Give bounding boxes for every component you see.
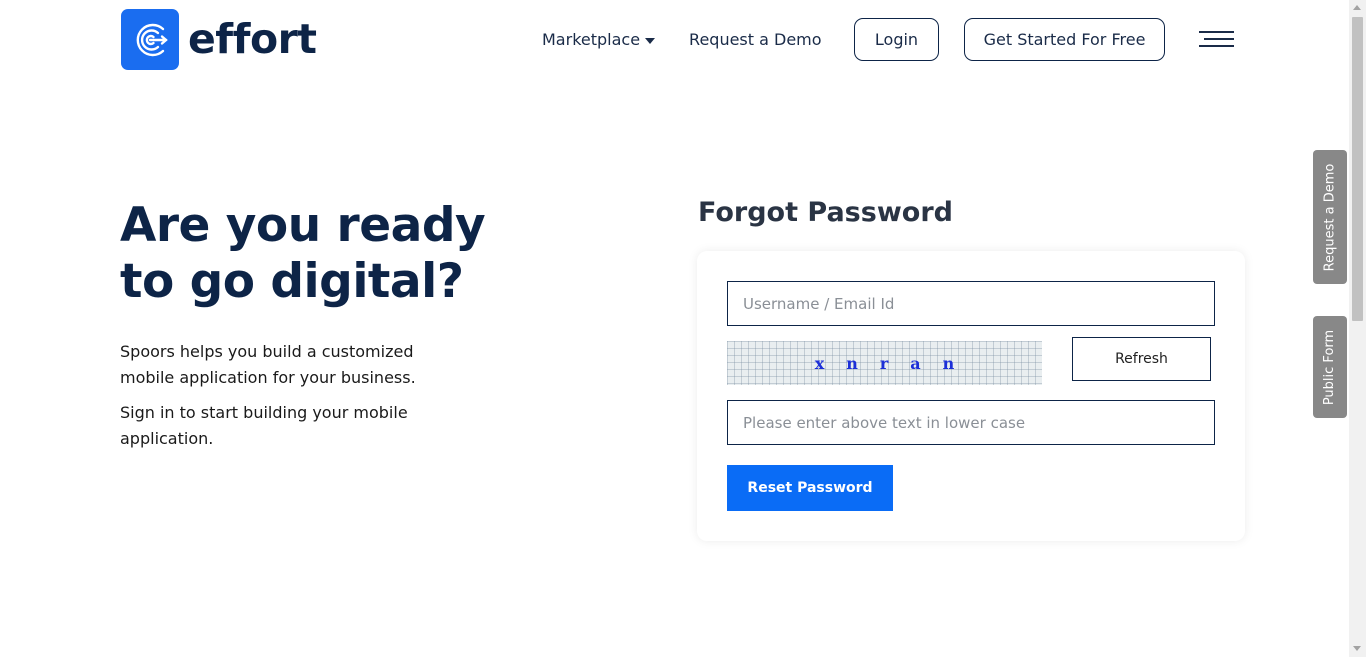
login-button[interactable]: Login [854, 18, 939, 61]
logo-text: effort [188, 15, 317, 63]
scroll-down-arrow-icon[interactable] [1353, 646, 1361, 651]
hamburger-line [1199, 45, 1234, 47]
effort-logo-icon [121, 9, 179, 70]
hero-description: Spoors helps you build a customized mobi… [120, 342, 416, 387]
nav-marketplace-label: Marketplace [542, 30, 641, 49]
scroll-up-arrow-icon[interactable] [1353, 5, 1361, 10]
main-nav: Marketplace Request a Demo [542, 18, 822, 61]
refresh-captcha-button[interactable]: Refresh [1072, 337, 1211, 381]
caret-down-icon [645, 37, 656, 44]
side-tab-public-form-label: Public Form [1322, 329, 1338, 405]
hero-title-line2: to go digital? [120, 254, 464, 309]
reset-password-button[interactable]: Reset Password [727, 465, 893, 511]
hero-title-line1: Are you ready [120, 198, 486, 253]
hamburger-menu-icon[interactable] [1199, 31, 1234, 49]
nav-request-demo[interactable]: Request a Demo [689, 30, 822, 49]
effort-logo[interactable]: effort [121, 9, 317, 70]
hero-title: Are you ready to go digital? [120, 198, 540, 310]
site-header: effort Marketplace Request a Demo Login … [0, 0, 1349, 80]
username-email-input[interactable] [727, 281, 1215, 326]
captcha-image: xnran [727, 341, 1042, 385]
captcha-text: xnran [814, 353, 977, 373]
forgot-password-title: Forgot Password [698, 197, 953, 228]
side-tab-request-demo-label: Request a Demo [1322, 163, 1338, 271]
side-tab-request-demo[interactable]: Request a Demo [1313, 150, 1347, 284]
hamburger-line [1204, 38, 1234, 40]
hamburger-line [1199, 31, 1234, 33]
scrollbar-thumb[interactable] [1352, 17, 1363, 321]
nav-marketplace[interactable]: Marketplace [542, 30, 656, 49]
get-started-button[interactable]: Get Started For Free [964, 18, 1165, 61]
side-tab-public-form[interactable]: Public Form [1313, 316, 1347, 418]
captcha-input[interactable] [727, 400, 1215, 445]
hero-signin-text: Sign in to start building your mobile ap… [120, 403, 408, 448]
